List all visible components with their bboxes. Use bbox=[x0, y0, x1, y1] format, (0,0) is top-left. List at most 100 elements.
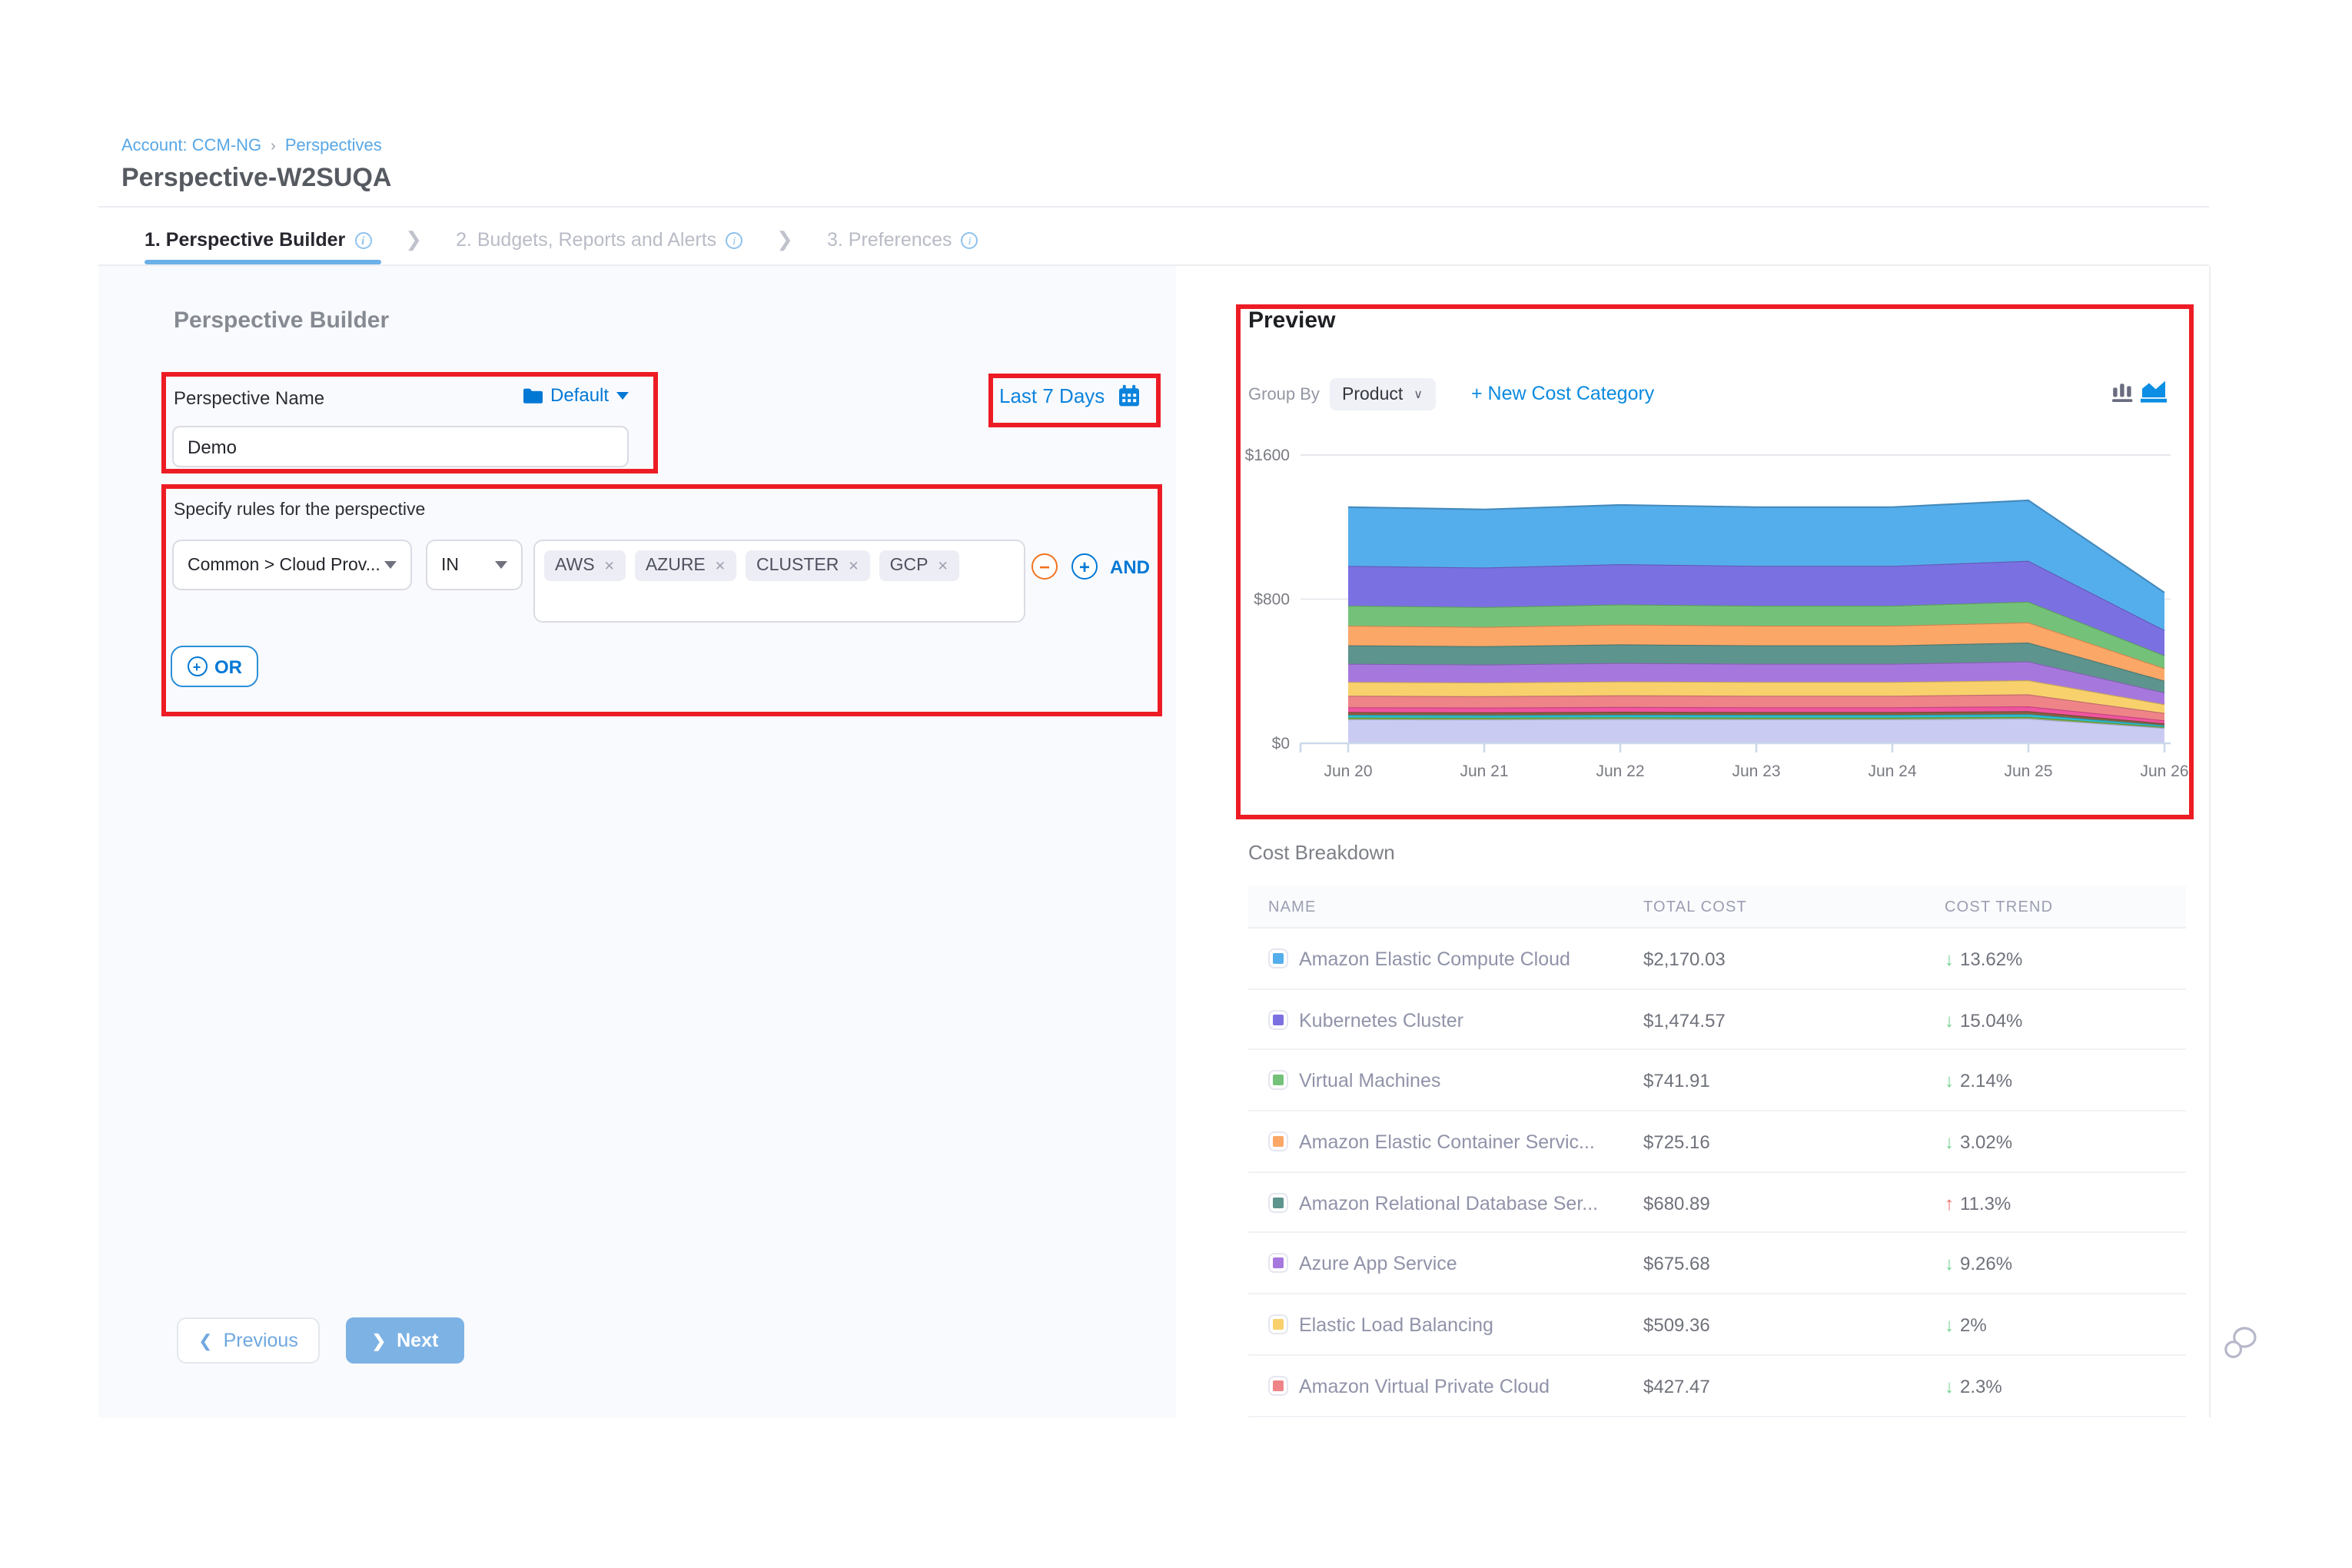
table-row[interactable]: Amazon Virtual Private Cloud$427.47↓2.3% bbox=[1248, 1356, 2186, 1417]
info-icon[interactable]: i bbox=[726, 231, 742, 248]
cost-trend-value: ↓2.3% bbox=[1945, 1376, 2002, 1397]
remove-value-icon[interactable]: ✕ bbox=[848, 557, 859, 574]
tab-label: 3. Preferences bbox=[827, 229, 952, 251]
add-rule-icon[interactable]: + bbox=[1071, 553, 1098, 580]
chevron-right-icon: ❯ bbox=[776, 228, 793, 252]
date-range-label: Last 7 Days bbox=[999, 384, 1105, 407]
area-chart-icon bbox=[2140, 377, 2168, 404]
group-by-label: Group By bbox=[1248, 386, 1320, 404]
chevron-down-icon bbox=[495, 561, 507, 569]
total-cost-value: $2,170.03 bbox=[1643, 948, 1726, 970]
svg-text:$0: $0 bbox=[1272, 735, 1290, 752]
rules-label: Specify rules for the perspective bbox=[174, 501, 425, 520]
filter-value-chip[interactable]: AZURE ✕ bbox=[635, 550, 736, 581]
trend-down-icon: ↓ bbox=[1945, 1071, 1954, 1092]
breadcrumb-separator-icon: › bbox=[271, 138, 276, 155]
table-row[interactable]: Amazon Elastic Container Servic... $725.1… bbox=[1248, 1111, 2186, 1172]
total-cost-value: $725.16 bbox=[1643, 1131, 1710, 1153]
svg-text:Jun 23: Jun 23 bbox=[1732, 762, 1780, 780]
chip-label: GCP bbox=[890, 556, 929, 575]
area-chart-toggle[interactable] bbox=[2140, 377, 2168, 412]
chevron-right-icon: ❯ bbox=[372, 1330, 386, 1350]
builder-heading: Perspective Builder bbox=[174, 307, 389, 334]
perspective-builder-page: Account: CCM-NG › Perspectives Perspective… bbox=[0, 0, 2352, 1568]
remove-value-icon[interactable]: ✕ bbox=[938, 557, 948, 574]
new-cost-category-button[interactable]: + New Cost Category bbox=[1471, 383, 1654, 404]
filter-value-chip[interactable]: AWS ✕ bbox=[544, 550, 626, 581]
chip-label: AZURE bbox=[646, 556, 706, 575]
rule-operand-dropdown[interactable]: Common > Cloud Prov... bbox=[172, 540, 412, 590]
info-icon[interactable]: i bbox=[354, 231, 371, 248]
breadcrumb-account-link[interactable]: Account: CCM-NG bbox=[121, 137, 261, 155]
tab-preferences[interactable]: 3. Preferences i bbox=[827, 229, 978, 251]
table-body: Amazon Elastic Compute Cloud$2,170.03↓13… bbox=[1248, 929, 2186, 1417]
series-color-swatch bbox=[1270, 1255, 1287, 1272]
product-name[interactable]: Virtual Machines bbox=[1299, 1071, 1440, 1092]
total-cost-value: $509.36 bbox=[1643, 1314, 1710, 1336]
tab-perspective-builder[interactable]: 1. Perspective Builder i bbox=[145, 229, 371, 251]
svg-text:$1600: $1600 bbox=[1245, 447, 1290, 464]
or-button-label: OR bbox=[214, 656, 242, 677]
total-cost-value: $1,474.57 bbox=[1643, 1009, 1726, 1031]
bar-chart-toggle[interactable] bbox=[2112, 380, 2134, 410]
total-cost-value: $741.91 bbox=[1643, 1071, 1710, 1092]
trend-down-icon: ↓ bbox=[1945, 1009, 1954, 1031]
rule-operator-value: IN bbox=[441, 556, 459, 574]
table-row[interactable]: Elastic Load Balancing $509.36 ↓2% bbox=[1248, 1294, 2186, 1355]
product-name[interactable]: Kubernetes Cluster bbox=[1299, 1009, 1463, 1031]
product-name[interactable]: Amazon Elastic Container Servic... bbox=[1299, 1131, 1595, 1153]
table-row[interactable]: Azure App Service$675.68↓9.26% bbox=[1248, 1234, 2186, 1294]
cost-trend-value: ↓2.14% bbox=[1945, 1071, 2012, 1092]
rule-operand-value: Common > Cloud Prov... bbox=[188, 556, 380, 574]
trend-down-icon: ↓ bbox=[1945, 1376, 1954, 1397]
trend-up-icon: ↑ bbox=[1945, 1193, 1954, 1214]
product-name[interactable]: Elastic Load Balancing bbox=[1299, 1314, 1493, 1336]
group-by-dropdown[interactable]: Product ∨ bbox=[1330, 378, 1435, 410]
info-icon[interactable]: i bbox=[962, 231, 978, 248]
cost-breakdown-table: NAME TOTAL COST COST TREND Amazon Elasti… bbox=[1248, 885, 2186, 1417]
panel-divider bbox=[2209, 266, 2211, 1417]
product-name[interactable]: Amazon Relational Database Ser... bbox=[1299, 1193, 1598, 1214]
cost-trend-value: ↑11.3% bbox=[1945, 1193, 2011, 1214]
table-row[interactable]: Amazon Elastic Compute Cloud$2,170.03↓13… bbox=[1248, 929, 2186, 989]
product-name[interactable]: Amazon Virtual Private Cloud bbox=[1299, 1376, 1550, 1397]
perspective-name-input[interactable] bbox=[172, 426, 629, 467]
folder-selector[interactable]: Default bbox=[523, 384, 629, 406]
next-button[interactable]: ❯ Next bbox=[346, 1317, 464, 1364]
filter-value-chip[interactable]: CLUSTER✕ bbox=[746, 550, 870, 581]
series-color-swatch bbox=[1270, 1011, 1287, 1028]
cost-breakdown-title: Cost Breakdown bbox=[1248, 841, 1395, 864]
svg-text:Jun 21: Jun 21 bbox=[1460, 762, 1508, 780]
chip-label: AWS bbox=[555, 556, 595, 575]
breadcrumb-perspectives-link[interactable]: Perspectives bbox=[285, 137, 382, 155]
table-row[interactable]: Amazon Relational Database Ser... $680.89… bbox=[1248, 1173, 2186, 1234]
remove-value-icon[interactable]: ✕ bbox=[715, 557, 726, 574]
cost-trend-value: ↓2% bbox=[1945, 1314, 1987, 1336]
chat-icon bbox=[2223, 1325, 2261, 1360]
total-cost-value: $680.89 bbox=[1643, 1193, 1710, 1214]
table-row[interactable]: Kubernetes Cluster$1,474.57↓15.04% bbox=[1248, 989, 2186, 1050]
rule-values-box[interactable]: AWS✕AZURE✕CLUSTER✕GCP✕ bbox=[533, 540, 1025, 623]
product-name[interactable]: Azure App Service bbox=[1299, 1254, 1457, 1275]
remove-rule-icon[interactable]: − bbox=[1031, 553, 1058, 580]
remove-value-icon[interactable]: ✕ bbox=[604, 557, 615, 574]
calendar-icon bbox=[1117, 384, 1140, 407]
column-header-cost: TOTAL COST bbox=[1643, 899, 1747, 916]
chat-help-button[interactable] bbox=[2223, 1325, 2261, 1368]
previous-button[interactable]: ❮ Previous bbox=[177, 1317, 320, 1364]
folder-name-label: Default bbox=[550, 384, 609, 406]
product-name[interactable]: Amazon Elastic Compute Cloud bbox=[1299, 948, 1570, 970]
tab-budgets-reports-alerts[interactable]: 2. Budgets, Reports and Alerts i bbox=[456, 229, 742, 251]
trend-down-icon: ↓ bbox=[1945, 948, 1954, 970]
table-row[interactable]: Virtual Machines $741.91 ↓2.14% bbox=[1248, 1051, 2186, 1111]
svg-text:Jun 26: Jun 26 bbox=[2140, 762, 2188, 780]
plus-circle-icon: + bbox=[187, 656, 207, 676]
tab-label: 2. Budgets, Reports and Alerts bbox=[456, 229, 716, 251]
trend-down-icon: ↓ bbox=[1945, 1314, 1954, 1336]
cost-trend-value: ↓9.26% bbox=[1945, 1254, 2012, 1275]
filter-value-chip[interactable]: GCP ✕ bbox=[879, 550, 959, 581]
date-range-picker[interactable]: Last 7 Days bbox=[999, 384, 1140, 407]
rule-operator-dropdown[interactable]: IN bbox=[426, 540, 523, 590]
cost-preview-stacked-area-chart[interactable]: Jun 20Jun 21Jun 22Jun 23Jun 24Jun 25Jun … bbox=[1236, 443, 2189, 799]
add-or-rule-button[interactable]: + OR bbox=[171, 646, 258, 687]
